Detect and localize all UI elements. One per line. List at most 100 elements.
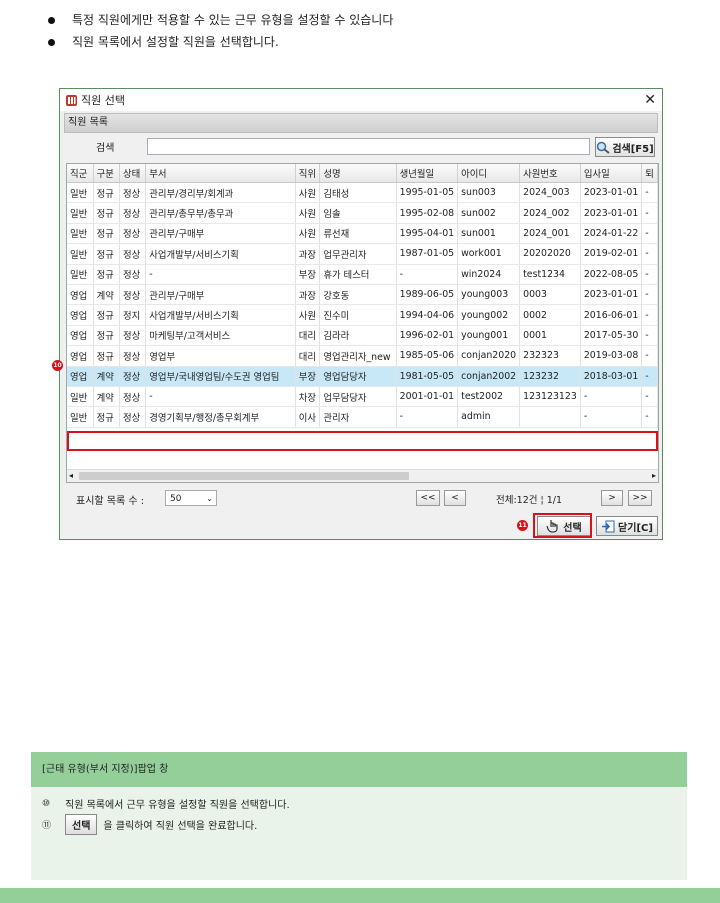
- table-cell: -: [145, 386, 296, 408]
- table-row[interactable]: 일반 정규 정상 사업개발부/서비스기획 과장 업무관리자 1987-01-05 work00…: [67, 243, 658, 265]
- table-cell: 류선재: [319, 223, 397, 245]
- column-header[interactable]: 입사일: [580, 164, 643, 183]
- table-cell: -: [641, 243, 658, 265]
- search-button[interactable]: 검색[F5]: [595, 137, 655, 157]
- table-cell: 정규: [93, 406, 120, 428]
- last-page-button[interactable]: >>: [628, 490, 652, 506]
- table-cell: 관리자: [319, 406, 397, 428]
- table-cell: [519, 406, 581, 428]
- search-bar: 검색 검색[F5]: [64, 134, 658, 160]
- table-cell: 영업: [67, 325, 94, 347]
- close-icon[interactable]: ✕: [644, 92, 656, 108]
- scroll-right-icon[interactable]: ▸: [652, 470, 656, 482]
- table-cell: 일반: [67, 406, 94, 428]
- scroll-thumb[interactable]: [79, 472, 409, 480]
- table-cell: 2024_002: [519, 202, 581, 224]
- table-row[interactable]: 일반 정규 정상 - 부장 휴가 테스터 - win2024 test1234 2022-08-0…: [67, 264, 658, 285]
- table-cell: 김태성: [319, 182, 397, 204]
- next-page-button[interactable]: >: [601, 490, 623, 506]
- table-cell: 영업관리자_new: [319, 345, 397, 367]
- table-row[interactable]: 영업 정규 정상 마케팅부/고객서비스 대리 김라라 1996-02-01 young001 0…: [67, 325, 658, 347]
- info-line-text: 직원 목록에서 근무 유형을 설정할 직원을 선택합니다.: [65, 800, 290, 811]
- table-row[interactable]: 영업 계약 정상 관리부/구매부 과장 강호동 1989-06-05 young003 0003…: [67, 284, 658, 306]
- table-cell: 2018-03-01: [580, 366, 643, 387]
- step-marker-11: 11: [517, 520, 528, 531]
- table-cell: -: [580, 406, 643, 428]
- table-cell: 정지: [119, 304, 147, 326]
- table-cell: 일반: [67, 264, 94, 285]
- table-cell: 강호동: [319, 284, 397, 306]
- table-cell: 정상: [119, 223, 147, 245]
- table-row[interactable]: 영업 정규 정지 사업개발부/서비스기획 사원 진수미 1994-04-06 young002…: [67, 304, 658, 326]
- table-cell: 일반: [67, 243, 94, 265]
- first-page-button[interactable]: <<: [416, 490, 440, 506]
- table-cell: 사원: [295, 182, 321, 204]
- table-cell: 영업부/국내영업팀/수도권 영업팀: [145, 366, 296, 387]
- table-cell: 1981-05-05: [396, 366, 459, 387]
- table-cell: 1994-04-06: [396, 304, 459, 326]
- close-button-label: 닫기[C]: [618, 522, 653, 534]
- table-cell: 정규: [93, 264, 120, 285]
- dialog-titlebar: 직원 선택 ✕: [60, 89, 662, 111]
- table-cell: 정상: [119, 345, 147, 367]
- table-header-row: 직군 구분 상태 부서 직위 성명 생년월일 아이디 사원번호 입사일 퇴: [67, 164, 658, 183]
- table-cell: 0001: [519, 325, 581, 347]
- column-header[interactable]: 부서: [145, 164, 296, 183]
- prev-page-button[interactable]: <: [444, 490, 466, 506]
- table-row[interactable]: 일반 정규 정상 관리부/총무부/총무과 사원 임솔 1995-02-08 sun002 202…: [67, 202, 658, 224]
- table-cell: admin: [457, 406, 521, 428]
- column-header[interactable]: 직위: [295, 164, 321, 183]
- table-cell: test1234: [519, 264, 581, 285]
- column-header[interactable]: 상태: [119, 164, 147, 183]
- column-header[interactable]: 직군: [67, 164, 94, 183]
- column-header[interactable]: 구분: [93, 164, 120, 183]
- chevron-down-icon: ⌄: [206, 494, 213, 503]
- table-cell: -: [641, 366, 658, 387]
- search-icon: [597, 141, 610, 154]
- scroll-left-icon[interactable]: ◂: [69, 470, 73, 482]
- table-cell: 20202020: [519, 243, 581, 265]
- info-box: [근태 유형(부서 지정)]팝업 창 ⑩ 직원 목록에서 근무 유형을 설정할 …: [31, 752, 687, 880]
- table-cell: 정규: [93, 304, 120, 326]
- table-cell: 업무담당자: [319, 386, 397, 408]
- table-cell: 2019-03-08: [580, 345, 643, 367]
- info-line-1: ⑩ 직원 목록에서 근무 유형을 설정할 직원을 선택합니다.: [42, 796, 290, 812]
- column-header[interactable]: 사원번호: [519, 164, 581, 183]
- table-cell: 일반: [67, 182, 94, 204]
- table-cell: 정규: [93, 223, 120, 245]
- table-cell: win2024: [457, 264, 521, 285]
- table-cell: 1995-02-08: [396, 202, 459, 224]
- table-row[interactable]: 일반 계약 정상 - 차장 업무담당자 2001-01-01 test2002 12312312…: [67, 386, 658, 408]
- column-header[interactable]: 아이디: [457, 164, 521, 183]
- column-header[interactable]: 성명: [319, 164, 397, 183]
- table-row[interactable]: 영업 정규 정상 영업부 대리 영업관리자_new 1985-05-06 conjan2020…: [67, 345, 658, 367]
- table-row[interactable]: 일반 정규 정상 관리부/구매부 사원 류선재 1995-04-01 sun001 2024_0…: [67, 223, 658, 245]
- table-cell: 1989-06-05: [396, 284, 459, 306]
- page-size-label: 표시할 목록 수 :: [76, 496, 145, 507]
- table-cell: 영업부: [145, 345, 296, 367]
- close-button[interactable]: 닫기[C]: [596, 516, 658, 536]
- table-cell: 1985-05-06: [396, 345, 459, 367]
- search-input[interactable]: [147, 138, 590, 155]
- column-header[interactable]: 생년월일: [396, 164, 459, 183]
- table-cell: 정상: [119, 182, 147, 204]
- step-number: ⑪: [42, 821, 52, 831]
- page-size-select[interactable]: 50 ⌄: [165, 490, 217, 506]
- table-row[interactable]: 영업 계약 정상 영업부/국내영업팀/수도권 영업팀 부장 영업담당자 1981-05-05…: [67, 366, 658, 387]
- footer-bar: [0, 888, 720, 903]
- table-cell: 일반: [67, 223, 94, 245]
- table-cell: 2024_001: [519, 223, 581, 245]
- table-cell: 일반: [67, 386, 94, 408]
- horizontal-scrollbar[interactable]: ◂ ▸: [67, 469, 658, 482]
- table-row[interactable]: 일반 정규 정상 관리부/경리부/회계과 사원 김태성 1995-01-05 sun003 20…: [67, 182, 658, 204]
- table-row[interactable]: 일반 정규 정상 경영기획부/행정/총무회계부 이사 관리자 - admin - -: [67, 406, 658, 428]
- page-size-value: 50: [170, 494, 182, 504]
- table-cell: 정상: [119, 366, 147, 387]
- column-header[interactable]: 퇴: [641, 164, 658, 183]
- table-cell: 1995-01-05: [396, 182, 459, 204]
- table-cell: 과장: [295, 284, 321, 306]
- table-cell: 과장: [295, 243, 321, 265]
- table-cell: 관리부/경리부/회계과: [145, 182, 296, 204]
- table-cell: 이사: [295, 406, 321, 428]
- pager: 표시할 목록 수 : 50 ⌄ << < 전체:12건 ¦ 1/1 > >>: [66, 488, 659, 510]
